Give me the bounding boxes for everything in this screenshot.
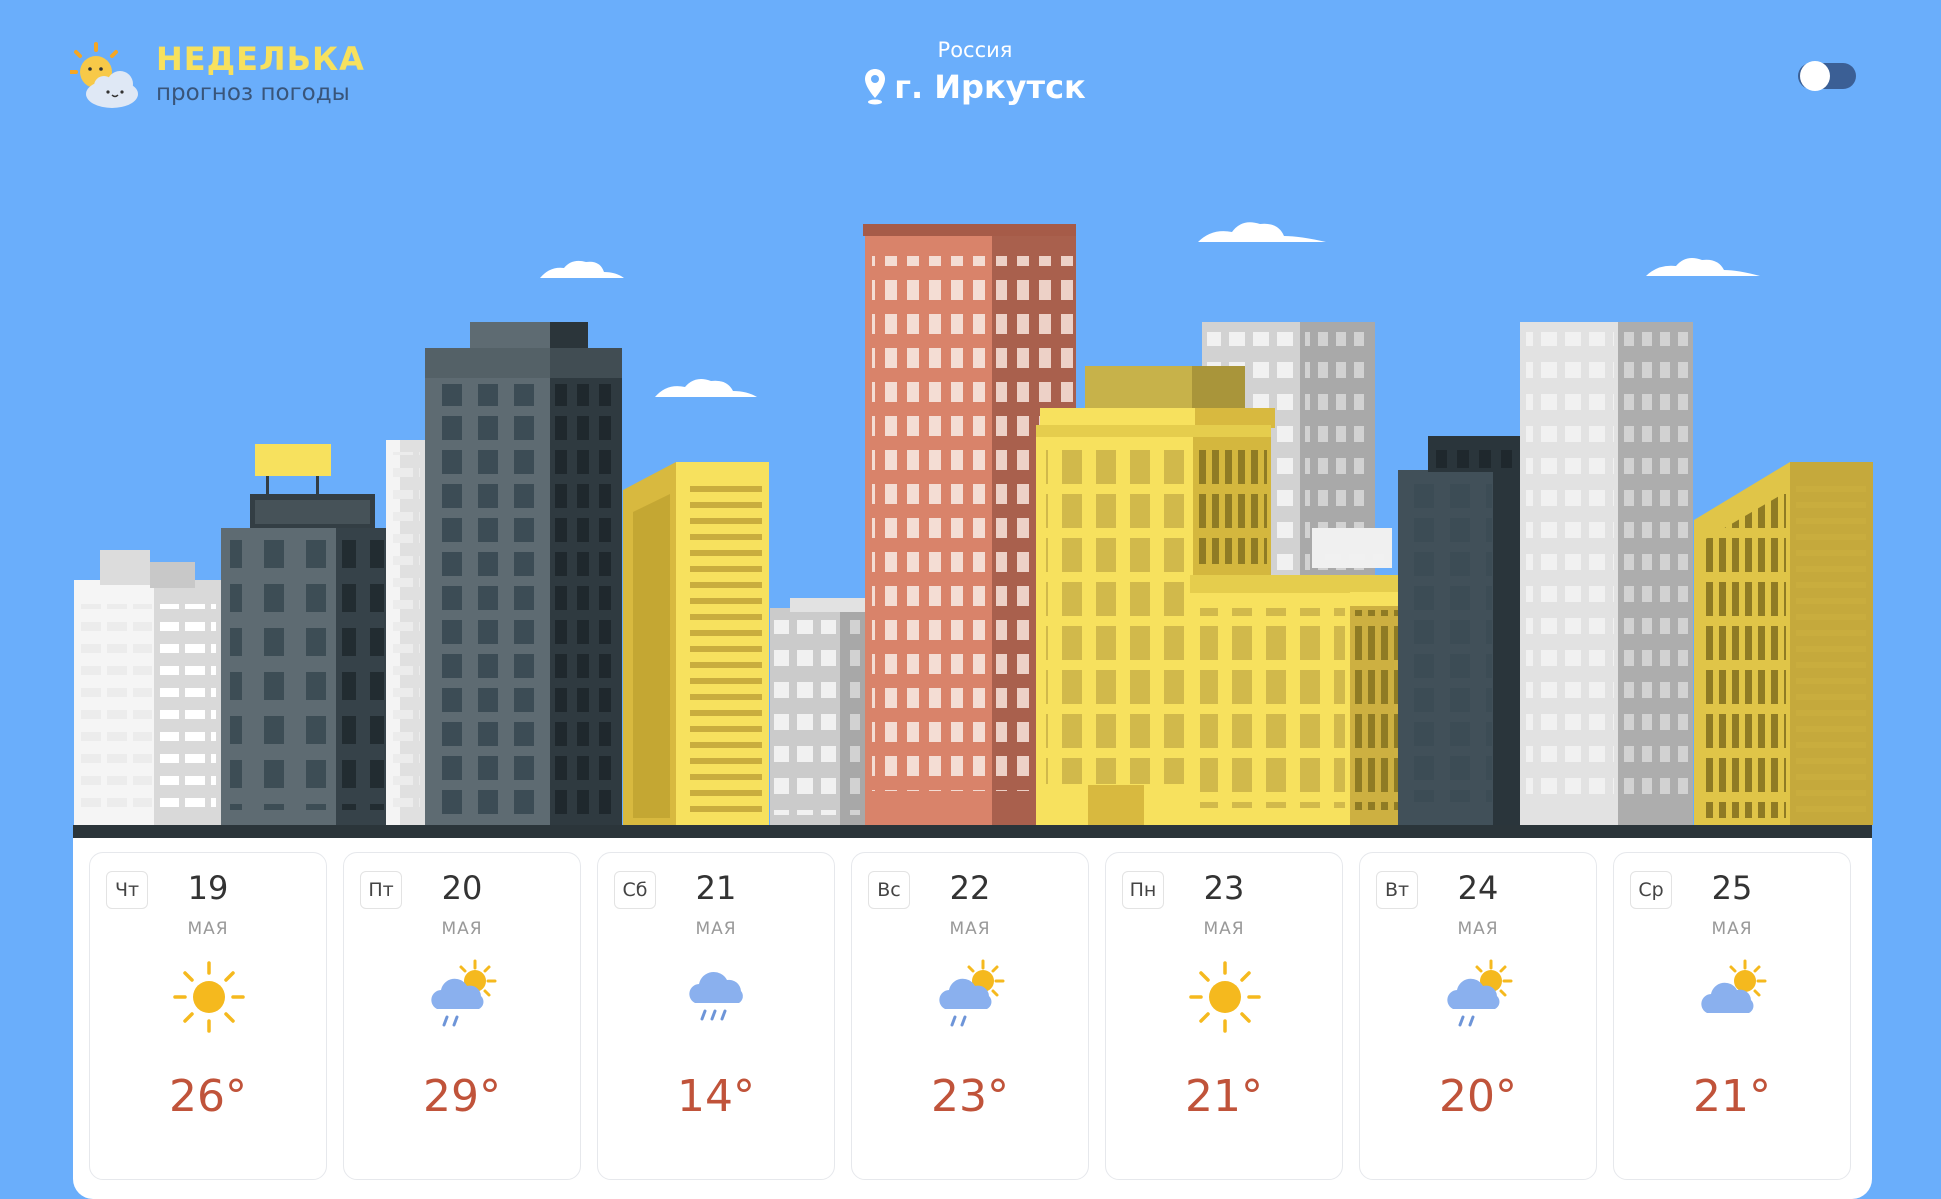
forecast-day-card[interactable]: Пт 20 МАЯ 29°: [343, 852, 581, 1180]
sun-cloud-icon: [1701, 959, 1767, 1013]
day-number: 19: [187, 869, 229, 907]
temperature: 29°: [423, 1071, 501, 1122]
forecast-day-card[interactable]: Чт 19 МАЯ 26°: [89, 852, 327, 1180]
day-number: 23: [1203, 869, 1245, 907]
month-label: МАЯ: [187, 919, 229, 939]
month-label: МАЯ: [695, 919, 737, 939]
day-number: 24: [1457, 869, 1499, 907]
forecast-list: Чт 19 МАЯ 26° Пт 20 МАЯ 29° Сб 21 МАЯ 14…: [89, 852, 1856, 1180]
forecast-day-card[interactable]: Вт 24 МАЯ 20°: [1359, 852, 1597, 1180]
day-number: 20: [441, 869, 483, 907]
forecast-day-card[interactable]: Вс 22 МАЯ 23°: [851, 852, 1089, 1180]
forecast-day-card[interactable]: Сб 21 МАЯ 14°: [597, 852, 835, 1180]
temperature: 26°: [169, 1071, 247, 1122]
day-number: 22: [949, 869, 991, 907]
sun-cloud-rain-icon: [431, 959, 497, 1027]
cloud-rain-icon: [689, 971, 743, 1021]
sun-icon: [1189, 961, 1261, 1033]
sun-cloud-rain-icon: [939, 959, 1005, 1027]
temperature: 21°: [1185, 1071, 1263, 1122]
forecast-panel: Чт 19 МАЯ 26° Пт 20 МАЯ 29° Сб 21 МАЯ 14…: [73, 838, 1872, 1199]
forecast-day-card[interactable]: Пн 23 МАЯ 21°: [1105, 852, 1343, 1180]
month-label: МАЯ: [949, 919, 991, 939]
temperature: 21°: [1693, 1071, 1771, 1122]
temperature: 20°: [1439, 1071, 1517, 1122]
sun-icon: [173, 961, 245, 1033]
day-number: 21: [695, 869, 737, 907]
month-label: МАЯ: [1711, 919, 1753, 939]
month-label: МАЯ: [441, 919, 483, 939]
day-number: 25: [1711, 869, 1753, 907]
temperature: 23°: [931, 1071, 1009, 1122]
month-label: МАЯ: [1457, 919, 1499, 939]
forecast-day-card[interactable]: Ср 25 МАЯ 21°: [1613, 852, 1851, 1180]
temperature: 14°: [677, 1071, 755, 1122]
sun-cloud-rain-icon: [1447, 959, 1513, 1027]
month-label: МАЯ: [1203, 919, 1245, 939]
city-skyline-illustration: [73, 222, 1873, 838]
